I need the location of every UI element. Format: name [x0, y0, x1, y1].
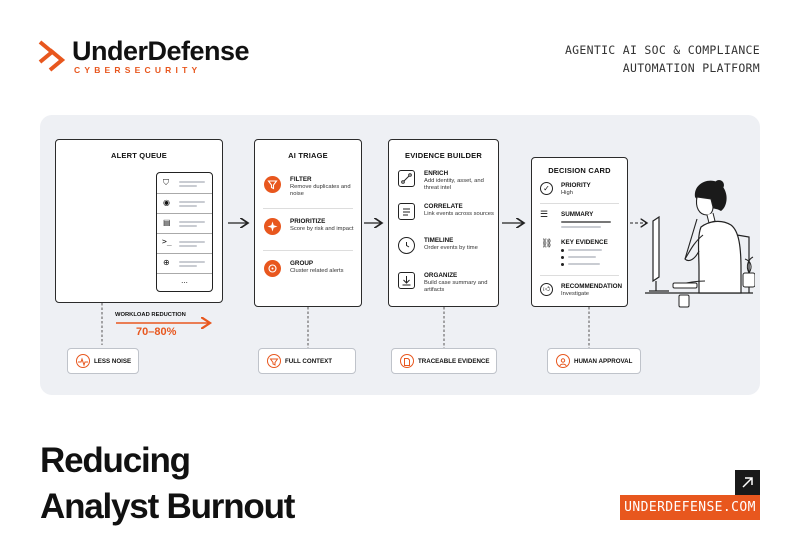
- decision-item-desc: High: [561, 190, 573, 196]
- decision-item-title: KEY EVIDENCE: [561, 239, 608, 246]
- group-icon: [264, 260, 281, 277]
- page-title-line-1: Reducing: [40, 441, 191, 480]
- decision-item-title: PRIORITY: [561, 182, 591, 189]
- check-icon: ✓: [540, 182, 553, 195]
- tagline: AGENTIC AI SOC & COMPLIANCE AUTOMATION P…: [565, 41, 760, 77]
- download-icon: [398, 272, 415, 289]
- evidence-item-title: CORRELATE: [424, 203, 463, 210]
- evidence-item-title: ORGANIZE: [424, 272, 458, 279]
- tagline-line-1: AGENTIC AI SOC & COMPLIANCE: [564, 43, 760, 57]
- triage-item-desc: Score by risk and impact: [290, 226, 354, 232]
- link-icon: ⛓: [541, 238, 553, 248]
- list-icon: ☰: [540, 209, 549, 219]
- funnel-icon: [267, 354, 281, 368]
- ai-triage-title: AI TRIAGE: [288, 151, 328, 160]
- alert-stack: ⛉ ◉ ▤ >_ ⊕ ...: [156, 172, 213, 292]
- analyst-illustration: [645, 180, 755, 308]
- evidence-item-desc: Link events across sources: [424, 211, 494, 217]
- brand-subtitle: CYBERSECURITY: [74, 65, 202, 75]
- pulse-icon: [76, 354, 90, 368]
- evidence-item-desc: Build case summary and artifacts: [424, 280, 488, 293]
- ai-triage-box: AI TRIAGE FILTER Remove duplicates and n…: [254, 139, 362, 307]
- page-title-line-2: Analyst Burnout: [40, 487, 295, 526]
- terminal-icon: >_: [162, 237, 172, 246]
- evidence-builder-box: EVIDENCE BUILDER ENRICH Add identity, as…: [388, 139, 499, 307]
- evidence-item-desc: Order events by time: [424, 245, 478, 251]
- tagline-line-2: AUTOMATION PLATFORM: [622, 61, 760, 75]
- page-title: Reducing Analyst Burnout: [40, 438, 295, 530]
- clock-icon: [398, 237, 415, 254]
- arrow-up-right-icon[interactable]: [735, 470, 760, 495]
- outcome-label: HUMAN APPROVAL: [574, 358, 633, 365]
- more-alerts-indicator: ...: [181, 276, 188, 285]
- globe-icon: ⊕: [163, 258, 170, 267]
- file-icon: [400, 354, 414, 368]
- person-icon: [556, 354, 570, 368]
- outcome-label: TRACEABLE EVIDENCE: [418, 358, 490, 365]
- outcome-less-noise: LESS NOISE: [67, 348, 139, 374]
- filter-icon: [264, 176, 281, 193]
- thumbs-up-icon: 👍︎: [540, 283, 553, 296]
- document-icon: [398, 203, 415, 220]
- evidence-item-desc: Add identity, asset, and threat intel: [424, 178, 484, 191]
- outcome-label: LESS NOISE: [94, 358, 132, 365]
- workload-value: 70–80%: [136, 326, 177, 338]
- workload-label: WORKLOAD REDUCTION: [115, 312, 186, 318]
- prioritize-icon: [264, 218, 281, 235]
- alert-queue-box: ALERT QUEUE ⛉ ◉ ▤ >_ ⊕ ...: [55, 139, 223, 303]
- triage-item-desc: Cluster related alerts: [290, 268, 344, 274]
- website-link[interactable]: UNDERDEFENSE.COM: [620, 495, 760, 520]
- outcome-full-context: FULL CONTEXT: [258, 348, 356, 374]
- decision-item-title: SUMMARY: [561, 211, 594, 218]
- outcome-label: FULL CONTEXT: [285, 358, 332, 365]
- decision-item-desc: Investigate: [561, 291, 590, 297]
- decision-item-title: RECOMMENDATION: [561, 283, 623, 290]
- user-icon: ◉: [163, 198, 170, 207]
- decision-card-box: DECISION CARD ✓ PRIORITY High ☰ SUMMARY …: [531, 157, 628, 307]
- evidence-builder-title: EVIDENCE BUILDER: [405, 151, 482, 160]
- evidence-item-title: ENRICH: [424, 170, 449, 177]
- outcome-human-approval: HUMAN APPROVAL: [547, 348, 641, 374]
- enrich-icon: [398, 170, 415, 187]
- brand-name: UnderDefense: [72, 36, 250, 66]
- shield-icon: ⛉: [163, 178, 169, 187]
- evidence-item-title: TIMELINE: [424, 237, 454, 244]
- brand-logo-icon: [38, 40, 66, 72]
- alert-queue-title: ALERT QUEUE: [111, 151, 167, 160]
- server-icon: ▤: [163, 218, 171, 227]
- workflow-diagram: ALERT QUEUE ⛉ ◉ ▤ >_ ⊕ ... WORKLOAD REDU…: [40, 115, 760, 395]
- triage-item-desc: Remove duplicates and noise: [290, 184, 351, 197]
- triage-item-title: GROUP: [290, 260, 314, 267]
- triage-item-title: PRIORITIZE: [290, 218, 326, 225]
- triage-item-title: FILTER: [290, 176, 312, 183]
- outcome-traceable-evidence: TRACEABLE EVIDENCE: [391, 348, 497, 374]
- decision-card-title: DECISION CARD: [548, 166, 611, 175]
